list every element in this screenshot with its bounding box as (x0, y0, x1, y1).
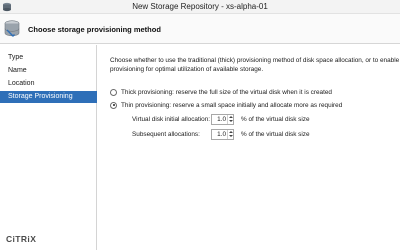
spin-down-icon[interactable] (229, 135, 233, 137)
thick-provisioning-option[interactable]: Thick provisioning: reserve the full siz… (110, 87, 332, 97)
initial-allocation-value[interactable]: 1.0 (217, 116, 226, 123)
main-content: Choose whether to use the traditional (t… (98, 45, 400, 250)
spin-down-icon[interactable] (229, 120, 233, 122)
sidebar-item-name[interactable]: Name (0, 65, 97, 77)
subsequent-allocations-label: Subsequent allocations: (132, 131, 200, 138)
window-title: New Storage Repository - xs-alpha-01 (132, 2, 268, 11)
citrix-logo: CiTRiX (6, 234, 37, 244)
subsequent-allocations-unit: % of the virtual disk size (241, 131, 310, 138)
subsequent-allocations-stepper[interactable]: 1.0 (211, 129, 234, 140)
wizard-steps-sidebar: Type Name Location Storage Provisioning … (0, 45, 97, 250)
page-header: Choose storage provisioning method (0, 14, 400, 44)
thin-provisioning-label[interactable]: Thin provisioning: reserve a small space… (121, 102, 342, 109)
thin-provisioning-option[interactable]: Thin provisioning: reserve a small space… (110, 100, 342, 110)
sidebar-item-storage-provisioning-settings[interactable]: Storage Provisioning Settings (0, 91, 97, 112)
subsequent-allocations-spin-arrows[interactable] (227, 130, 233, 139)
description-line-2: provisioning for optimal utilization of … (110, 66, 264, 73)
initial-allocation-stepper[interactable]: 1.0 (211, 114, 234, 125)
initial-allocation-unit: % of the virtual disk size (241, 116, 310, 123)
description-line-1: Choose whether to use the traditional (t… (110, 57, 400, 64)
initial-allocation-label: Virtual disk initial allocation: (132, 116, 211, 123)
sidebar-item-location[interactable]: Location (0, 78, 97, 90)
sidebar-item-type[interactable]: Type (0, 52, 97, 64)
description-text: Choose whether to use the traditional (t… (110, 56, 400, 74)
initial-allocation-spin-arrows[interactable] (227, 115, 233, 124)
storage-drive-icon (4, 20, 20, 37)
page-title: Choose storage provisioning method (28, 25, 161, 34)
thick-provisioning-label[interactable]: Thick provisioning: reserve the full siz… (121, 89, 332, 96)
spin-up-icon[interactable] (229, 116, 233, 118)
thick-provisioning-radio[interactable] (110, 88, 117, 96)
thin-provisioning-radio[interactable] (110, 101, 117, 109)
spin-up-icon[interactable] (229, 131, 233, 133)
subsequent-allocations-value[interactable]: 1.0 (217, 131, 226, 138)
window-titlebar: New Storage Repository - xs-alpha-01 (0, 0, 400, 14)
